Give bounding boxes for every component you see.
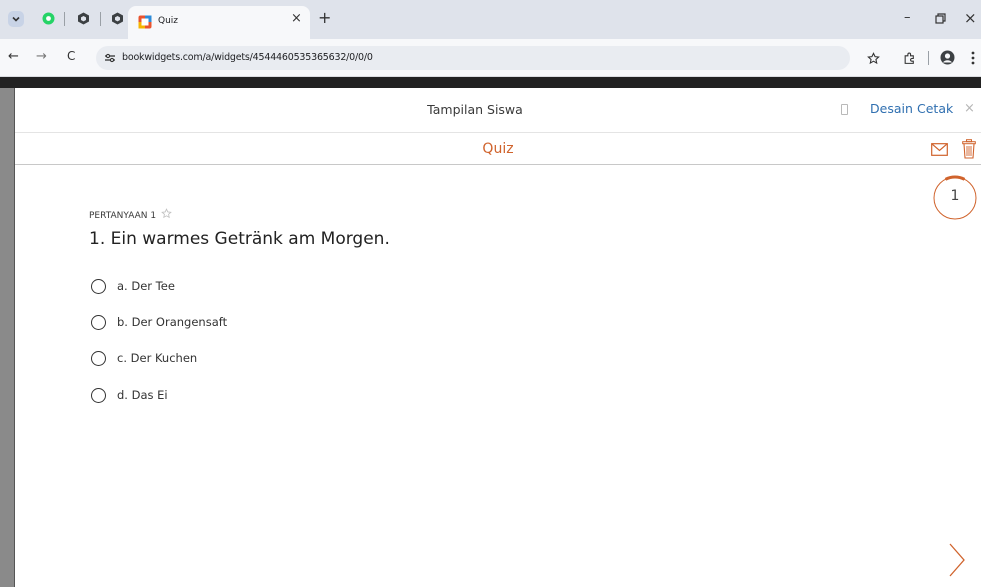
radio-button[interactable] bbox=[91, 314, 106, 330]
answer-option-label: a. Der Tee bbox=[117, 279, 175, 293]
design-link[interactable]: Desain bbox=[870, 101, 913, 116]
browser-menu-icon[interactable] bbox=[970, 50, 976, 65]
preview-header: Tampilan Siswa Desain Cetak × bbox=[15, 88, 981, 133]
mail-icon[interactable] bbox=[931, 142, 948, 156]
radio-button[interactable] bbox=[91, 350, 106, 366]
quiz-header: Quiz bbox=[15, 134, 981, 165]
tab-separator bbox=[64, 12, 65, 26]
answer-option[interactable]: a. Der Tee bbox=[91, 276, 175, 296]
new-tab-button[interactable]: + bbox=[318, 8, 331, 27]
question-number: 1 bbox=[950, 188, 960, 204]
tab-quiz[interactable]: Quiz × bbox=[128, 6, 310, 39]
radio-button[interactable] bbox=[91, 278, 106, 294]
minimize-button[interactable]: – bbox=[904, 10, 911, 25]
tab-search-button[interactable] bbox=[8, 11, 24, 27]
star-icon[interactable] bbox=[161, 208, 172, 219]
profile-avatar-icon[interactable] bbox=[940, 50, 955, 65]
question-progress-indicator: 1 bbox=[932, 175, 978, 221]
address-bar-row: ← → C bookwidgets.com/a/widgets/45444605… bbox=[0, 39, 981, 77]
browser-tab-bar: Quiz × + – × bbox=[0, 0, 981, 39]
answer-option[interactable]: c. Der Kuchen bbox=[91, 348, 197, 368]
print-link[interactable]: Cetak bbox=[917, 101, 953, 116]
progress-arc bbox=[944, 175, 966, 181]
question-label-text: PERTANYAAN 1 bbox=[89, 211, 157, 221]
answer-option-label: c. Der Kuchen bbox=[117, 351, 198, 365]
radio-button[interactable] bbox=[91, 387, 106, 403]
next-question-button[interactable] bbox=[945, 540, 969, 580]
student-view-panel: Tampilan Siswa Desain Cetak × Quiz 1 PER… bbox=[15, 88, 981, 587]
bookmark-star-icon[interactable] bbox=[866, 51, 880, 65]
chevron-right-icon bbox=[949, 543, 965, 577]
preview-title: Tampilan Siswa bbox=[427, 102, 523, 117]
quiz-title: Quiz bbox=[482, 141, 514, 157]
tab-separator bbox=[100, 12, 101, 26]
answer-option[interactable]: d. Das Ei bbox=[91, 385, 168, 405]
whatsapp-tab-icon[interactable] bbox=[42, 12, 55, 25]
url-text: bookwidgets.com/a/widgets/45444605353656… bbox=[122, 52, 373, 63]
page-backdrop-top bbox=[0, 77, 981, 88]
extensions-puzzle-icon[interactable] bbox=[902, 51, 916, 65]
page-backdrop-left bbox=[0, 88, 14, 587]
question-text: 1. Ein warmes Getränk am Morgen. bbox=[89, 229, 390, 249]
tab-close-icon[interactable]: × bbox=[291, 11, 302, 26]
device-icon[interactable] bbox=[841, 104, 848, 115]
answer-option-label: b. Der Orangensaft bbox=[117, 315, 228, 329]
bookwidgets-favicon-icon bbox=[138, 15, 152, 29]
site-info-icon[interactable] bbox=[104, 52, 116, 64]
extension-tab-icon[interactable] bbox=[111, 12, 124, 25]
question-label: PERTANYAAN 1 bbox=[89, 208, 172, 221]
toolbar-separator bbox=[928, 51, 929, 65]
extension-tab-icon[interactable] bbox=[77, 12, 90, 25]
close-preview-button[interactable]: × bbox=[964, 101, 975, 116]
restore-button[interactable] bbox=[934, 12, 946, 24]
answer-option-label: d. Das Ei bbox=[117, 388, 168, 402]
trash-icon[interactable] bbox=[961, 138, 976, 159]
reload-button[interactable]: C bbox=[67, 49, 75, 63]
answer-option[interactable]: b. Der Orangensaft bbox=[91, 312, 227, 332]
forward-button[interactable]: → bbox=[36, 49, 47, 64]
restore-icon bbox=[934, 12, 946, 24]
back-button[interactable]: ← bbox=[8, 49, 19, 64]
close-window-button[interactable]: × bbox=[964, 9, 977, 27]
chevron-down-icon bbox=[12, 16, 20, 22]
tab-title: Quiz bbox=[158, 16, 179, 26]
url-field[interactable]: bookwidgets.com/a/widgets/45444605353656… bbox=[96, 46, 850, 70]
